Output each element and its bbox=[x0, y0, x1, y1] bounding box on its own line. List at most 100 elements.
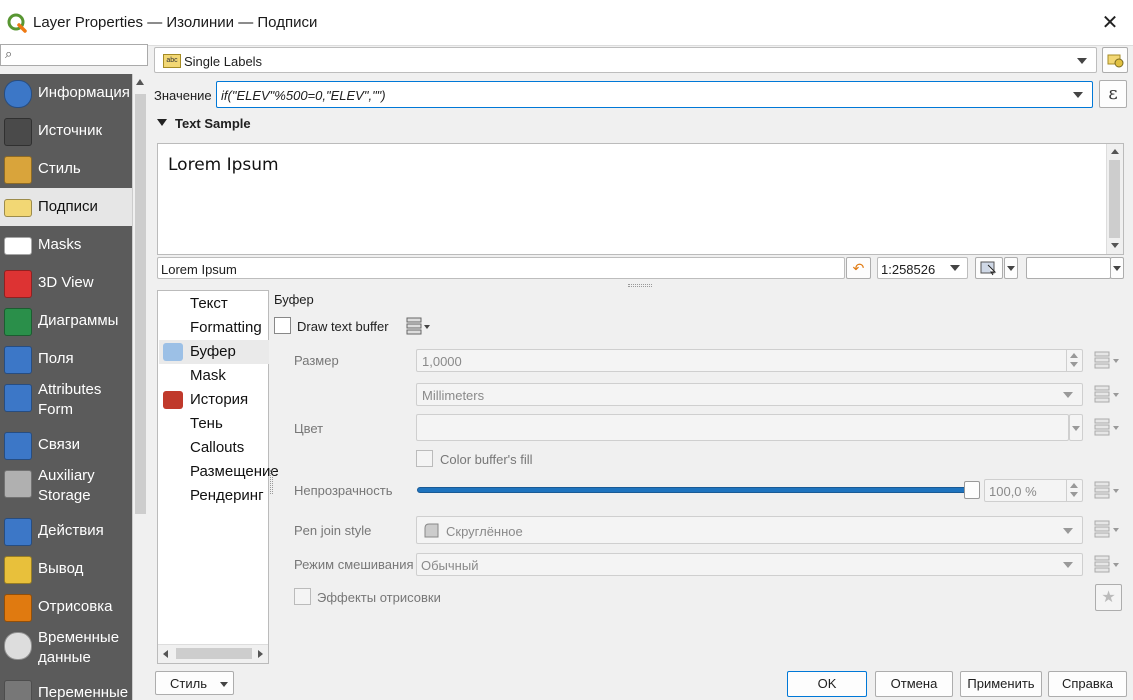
draw-buffer-checkbox[interactable] bbox=[274, 317, 291, 334]
tab-label: Callouts bbox=[190, 439, 245, 456]
sidebar-item-3d-view[interactable]: 3D View bbox=[0, 264, 132, 302]
buffer-icon bbox=[163, 343, 183, 361]
effects-checkbox[interactable] bbox=[294, 588, 311, 605]
data-defined-override-icon[interactable] bbox=[1092, 553, 1122, 575]
sidebar-item-label: Временные данные bbox=[38, 629, 120, 666]
shadow-icon bbox=[163, 415, 183, 433]
chevron-down-icon bbox=[1063, 392, 1073, 398]
opacity-spinbox[interactable]: 100,0 % bbox=[984, 479, 1083, 502]
sidebar-item-masks[interactable]: Masks bbox=[0, 226, 132, 264]
auto-labels-button[interactable] bbox=[1102, 47, 1128, 73]
window-title: Layer Properties — Изолинии — Подписи bbox=[33, 14, 318, 31]
tab-rendering-tab[interactable]: Рендеринг bbox=[159, 484, 269, 508]
sidebar-item-display[interactable]: Вывод bbox=[0, 550, 132, 588]
sidebar-item-symbology[interactable]: Стиль bbox=[0, 150, 132, 188]
sidebar-item-diagrams[interactable]: Диаграммы bbox=[0, 302, 132, 340]
tab-callouts[interactable]: Callouts bbox=[159, 436, 269, 460]
sidebar-search-input[interactable]: ⌕ bbox=[0, 44, 148, 66]
sidebar-scrollbar[interactable] bbox=[132, 74, 148, 700]
data-defined-override-icon[interactable] bbox=[1092, 518, 1122, 540]
chevron-down-icon bbox=[1077, 58, 1087, 64]
tab-label: Размещение bbox=[190, 463, 279, 480]
tab-list-hscrollbar[interactable] bbox=[158, 644, 268, 663]
sidebar-scroll-thumb[interactable] bbox=[135, 94, 146, 514]
value-expression-input[interactable]: if("ELEV"%500=0,"ELEV","") bbox=[221, 88, 386, 103]
tab-buffer[interactable]: Буфер bbox=[159, 340, 269, 364]
tab-shadow[interactable]: Тень bbox=[159, 412, 269, 436]
chevron-down-icon bbox=[220, 682, 228, 687]
tab-label: Текст bbox=[190, 295, 228, 312]
opacity-slider-track[interactable] bbox=[417, 487, 977, 493]
buffer-color-button[interactable] bbox=[416, 414, 1069, 441]
text-icon bbox=[163, 295, 183, 313]
data-defined-override-icon[interactable] bbox=[405, 316, 431, 336]
sidebar-item-fields[interactable]: Поля bbox=[0, 340, 132, 378]
sidebar-item-info[interactable]: Информация bbox=[0, 74, 132, 112]
epsilon-icon: ε bbox=[1108, 83, 1118, 104]
tab-formatting[interactable]: Formatting bbox=[159, 316, 269, 340]
collapse-icon[interactable] bbox=[157, 119, 167, 126]
effects-button[interactable]: ★ bbox=[1095, 584, 1122, 611]
cancel-button[interactable]: Отмена bbox=[875, 671, 953, 697]
sidebar-item-actions[interactable]: Действия bbox=[0, 512, 132, 550]
star-icon: ★ bbox=[1101, 589, 1116, 606]
sidebar-item-rendering[interactable]: Отрисовка bbox=[0, 588, 132, 626]
source-icon bbox=[4, 118, 32, 146]
background-color-menu[interactable] bbox=[1110, 257, 1124, 279]
opacity-slider-handle[interactable] bbox=[964, 481, 980, 499]
sample-text-input[interactable]: Lorem Ipsum bbox=[157, 257, 845, 279]
sidebar-item-attributes-form[interactable]: Attributes Form bbox=[0, 378, 132, 424]
sidebar: Информация Источник Стиль Подписи Masks 3D Vi… bbox=[0, 74, 132, 700]
expression-builder-button[interactable]: ε bbox=[1099, 80, 1127, 108]
search-icon: ⌕ bbox=[5, 46, 13, 61]
buffer-color-menu[interactable] bbox=[1069, 414, 1083, 441]
sidebar-item-label: Вывод bbox=[38, 560, 84, 577]
data-defined-override-icon[interactable] bbox=[1092, 383, 1122, 405]
size-units-combo[interactable]: Millimeters bbox=[416, 383, 1083, 406]
sidebar-item-source[interactable]: Источник bbox=[0, 112, 132, 150]
text-sample-header[interactable]: Text Sample bbox=[175, 116, 251, 131]
sidebar-item-temporal[interactable]: Временные данные bbox=[0, 626, 132, 672]
tab-text[interactable]: Текст bbox=[159, 292, 269, 316]
sidebar-item-auxiliary-storage[interactable]: Auxiliary Storage bbox=[0, 464, 132, 510]
sidebar-item-labels[interactable]: Подписи bbox=[0, 188, 132, 226]
ok-button[interactable]: OK bbox=[787, 671, 867, 697]
pen-join-combo[interactable]: Скруглённое bbox=[416, 516, 1083, 544]
background-icon bbox=[163, 391, 183, 409]
scale-menu-button[interactable] bbox=[1004, 257, 1018, 279]
background-color-button[interactable] bbox=[1026, 257, 1111, 279]
label-mode-combo[interactable]: abc Single Labels bbox=[154, 47, 1097, 73]
data-defined-override-icon[interactable] bbox=[1092, 349, 1122, 371]
scale-from-map-button[interactable] bbox=[975, 257, 1003, 279]
reset-sample-button[interactable]: ↶ bbox=[846, 257, 871, 279]
tab-placement[interactable]: Размещение bbox=[159, 460, 279, 484]
value-expression-combo[interactable]: if("ELEV"%500=0,"ELEV","") bbox=[216, 81, 1093, 108]
sidebar-item-label: Подписи bbox=[38, 198, 98, 215]
sidebar-item-joins[interactable]: Связи bbox=[0, 426, 132, 464]
data-defined-override-icon[interactable] bbox=[1092, 479, 1122, 501]
sidebar-item-label: Masks bbox=[38, 236, 82, 253]
size-spinbox[interactable]: 1,0000 bbox=[416, 349, 1083, 372]
tab-label: Рендеринг bbox=[190, 487, 264, 504]
draw-buffer-label[interactable]: Draw text buffer bbox=[297, 319, 389, 334]
help-button[interactable]: Справка bbox=[1048, 671, 1127, 697]
sidebar-item-label: Информация bbox=[38, 84, 130, 101]
apply-button[interactable]: Применить bbox=[960, 671, 1042, 697]
tab-splitter-handle[interactable] bbox=[270, 470, 273, 494]
splitter-handle[interactable] bbox=[628, 284, 652, 287]
sidebar-item-variables[interactable]: Переменные bbox=[0, 674, 132, 700]
preview-scrollbar[interactable] bbox=[1106, 144, 1123, 254]
color-fill-checkbox[interactable] bbox=[416, 450, 433, 467]
fields-icon bbox=[4, 346, 32, 374]
data-defined-override-icon[interactable] bbox=[1092, 416, 1122, 438]
tab-mask[interactable]: Mask bbox=[159, 364, 269, 388]
blend-mode-label: Режим смешивания bbox=[294, 557, 414, 572]
sidebar-item-label: Связи bbox=[38, 436, 81, 453]
style-menu-button[interactable]: Стиль bbox=[155, 671, 234, 695]
sidebar-item-label: Действия bbox=[38, 522, 104, 539]
blend-mode-combo[interactable]: Обычный bbox=[416, 553, 1083, 576]
tab-label: История bbox=[190, 391, 249, 408]
scale-combo[interactable]: 1:258526 bbox=[877, 257, 968, 279]
tab-background[interactable]: История bbox=[159, 388, 269, 412]
close-icon[interactable]: ✕ bbox=[1098, 12, 1122, 36]
